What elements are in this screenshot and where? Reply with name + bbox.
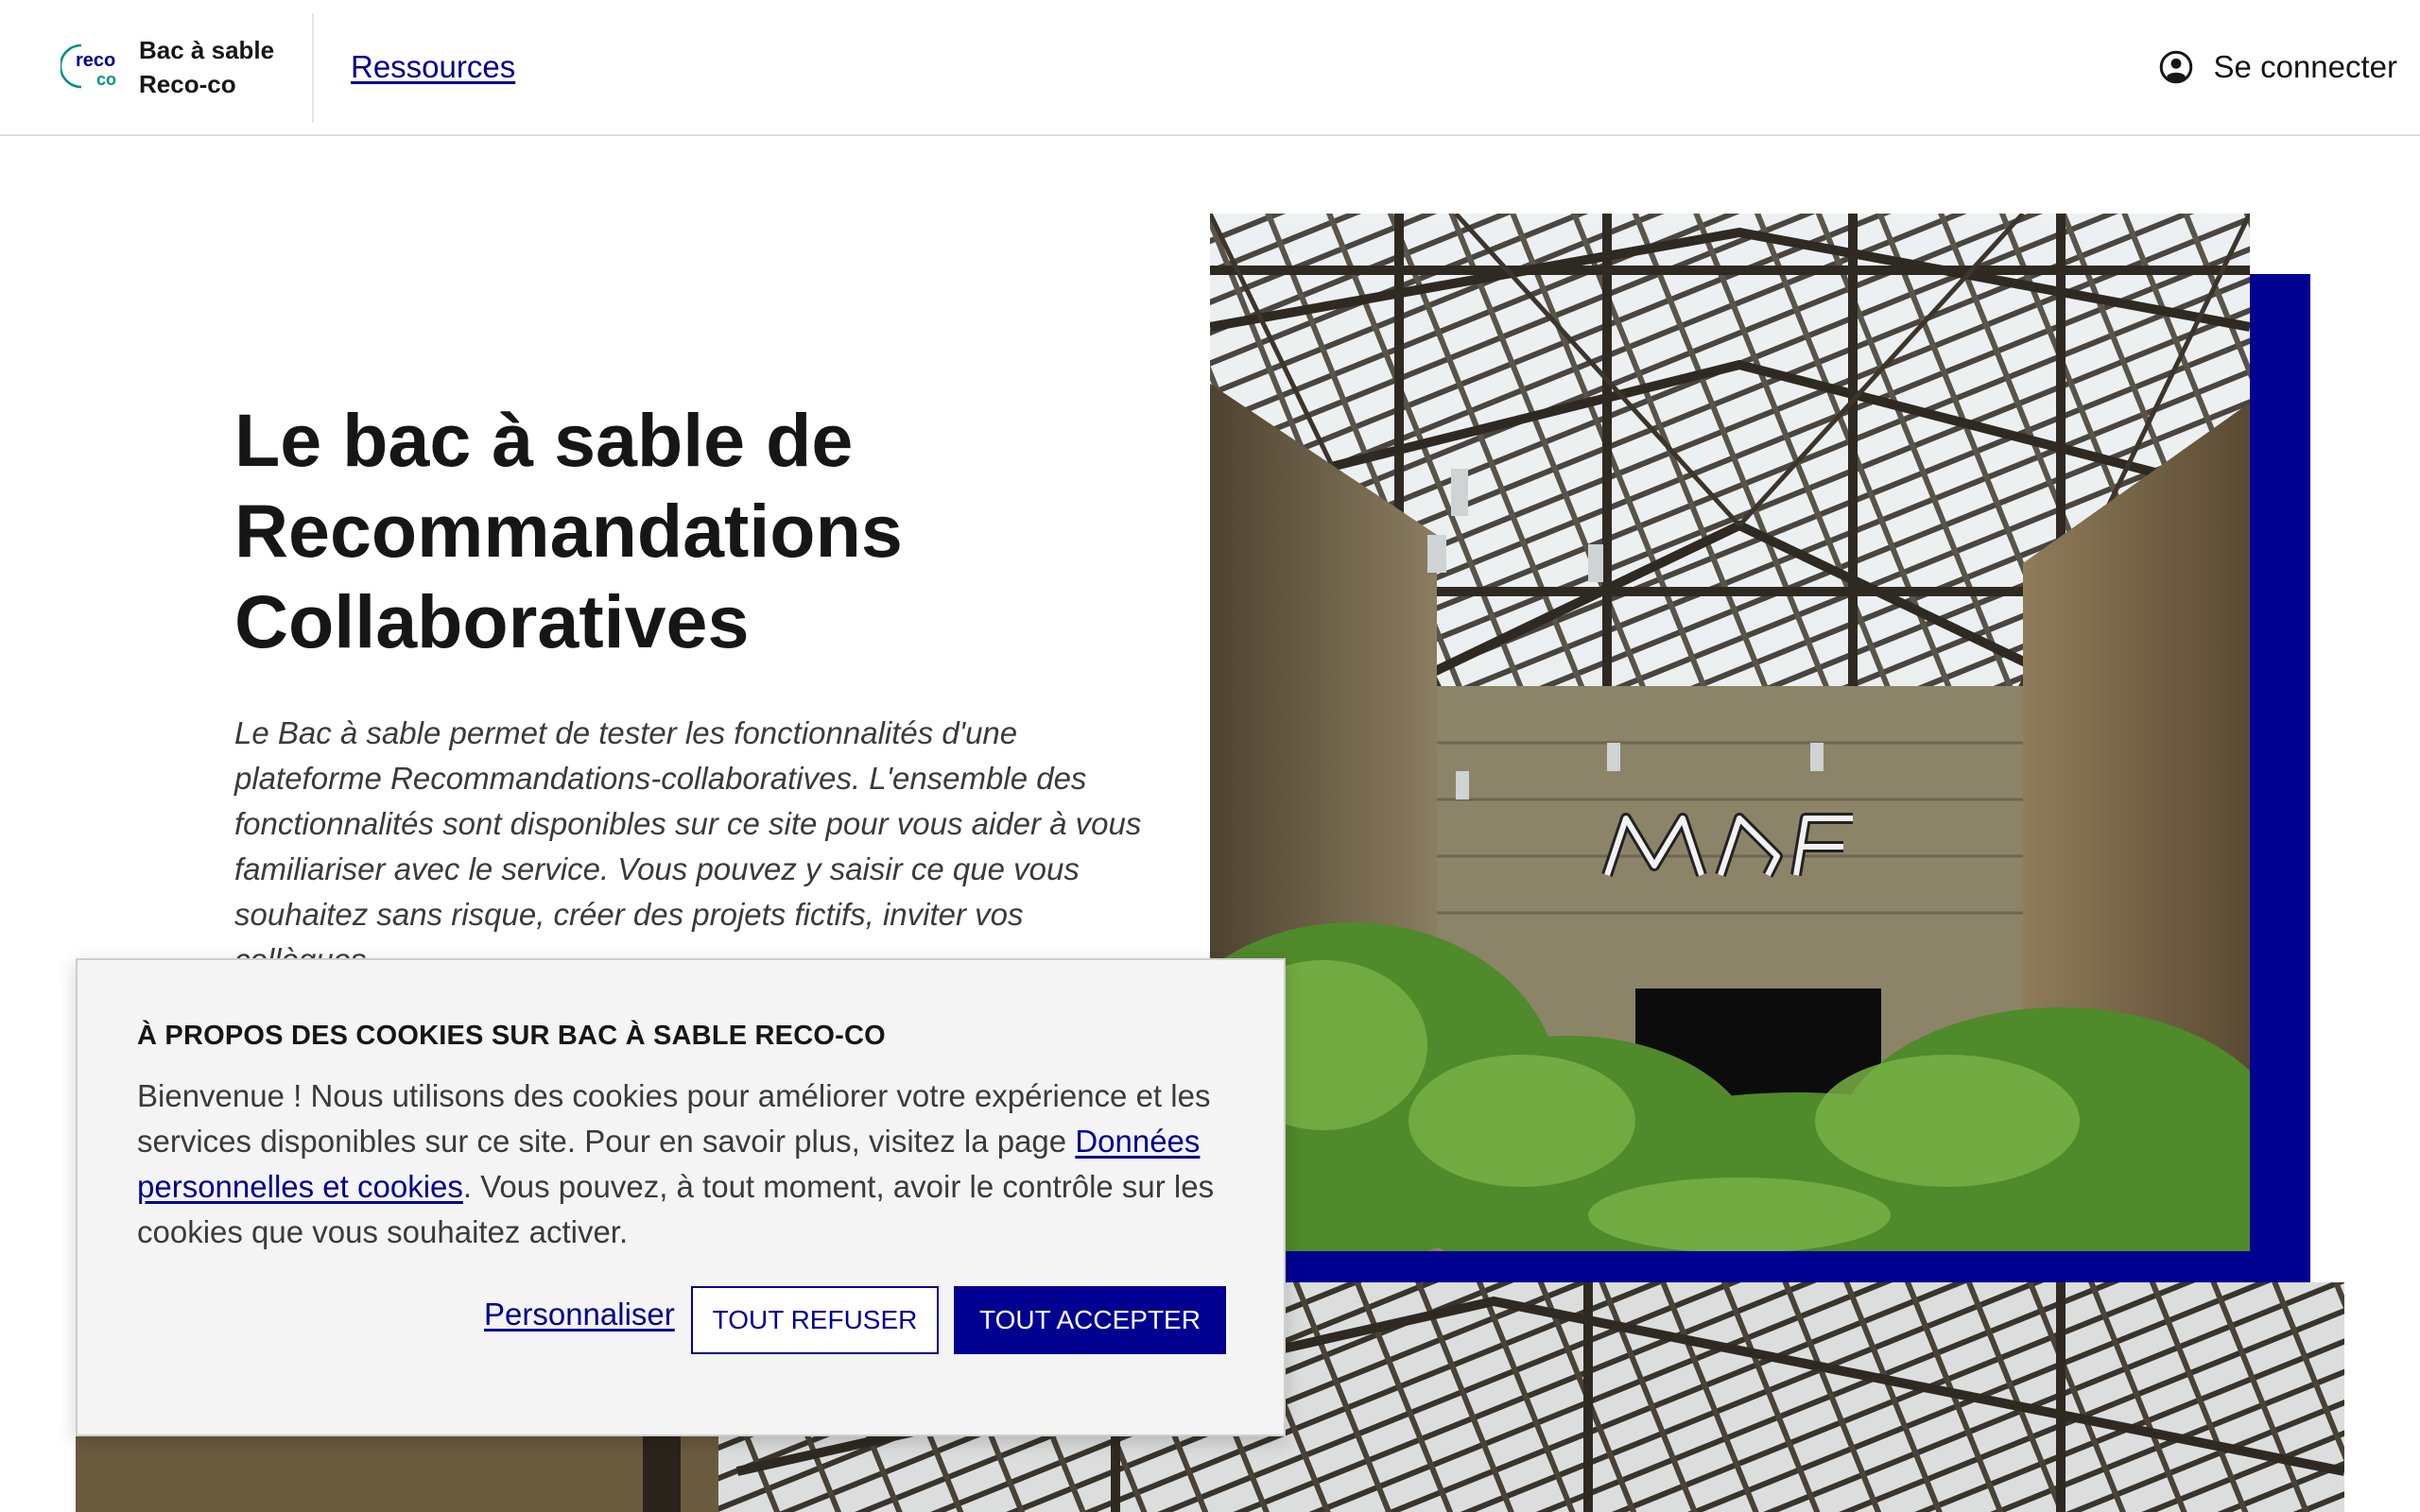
title-line-2: Recommandations: [234, 489, 903, 573]
site-header: reco co Bac à sable Reco-co Ressources S…: [0, 0, 2420, 136]
hero-image: [1210, 214, 2250, 1251]
page-title: Le bac à sable de Recommandations Collab…: [234, 395, 991, 667]
header-divider: [312, 13, 314, 123]
login-button[interactable]: Se connecter: [2159, 49, 2397, 85]
brand-line-2: Reco-co: [139, 70, 236, 98]
nav-link-ressources[interactable]: Ressources: [351, 49, 515, 85]
personalize-button[interactable]: Personnaliser: [484, 1297, 675, 1332]
hero-description: Le Bac à sable permet de tester les fonc…: [234, 715, 1142, 977]
logo-text-bottom: co: [96, 70, 116, 89]
cookie-text-intro: Bienvenue ! Nous utilisons des cookies p…: [137, 1078, 1211, 1159]
cookie-banner-text: Bienvenue ! Nous utilisons des cookies p…: [137, 1074, 1224, 1255]
cookie-consent-banner: À PROPOS DES COOKIES SUR BAC À SABLE REC…: [76, 958, 1286, 1436]
industrial-hall-photo: [1210, 214, 2250, 1251]
brand-name[interactable]: Bac à sable Reco-co: [139, 33, 274, 101]
logo-text-top: reco: [76, 50, 115, 71]
cookie-banner-title: À PROPOS DES COOKIES SUR BAC À SABLE REC…: [137, 1021, 886, 1051]
reco-co-logo-icon[interactable]: reco co: [60, 38, 127, 94]
login-label: Se connecter: [2213, 49, 2397, 84]
accept-all-button[interactable]: TOUT ACCEPTER: [954, 1286, 1226, 1354]
title-line-1: Le bac à sable de: [234, 398, 854, 482]
user-circle-icon: [2159, 50, 2192, 84]
refuse-all-button[interactable]: TOUT REFUSER: [691, 1286, 939, 1354]
title-line-3: Collaboratives: [234, 579, 750, 663]
brand-line-1: Bac à sable: [139, 36, 275, 64]
